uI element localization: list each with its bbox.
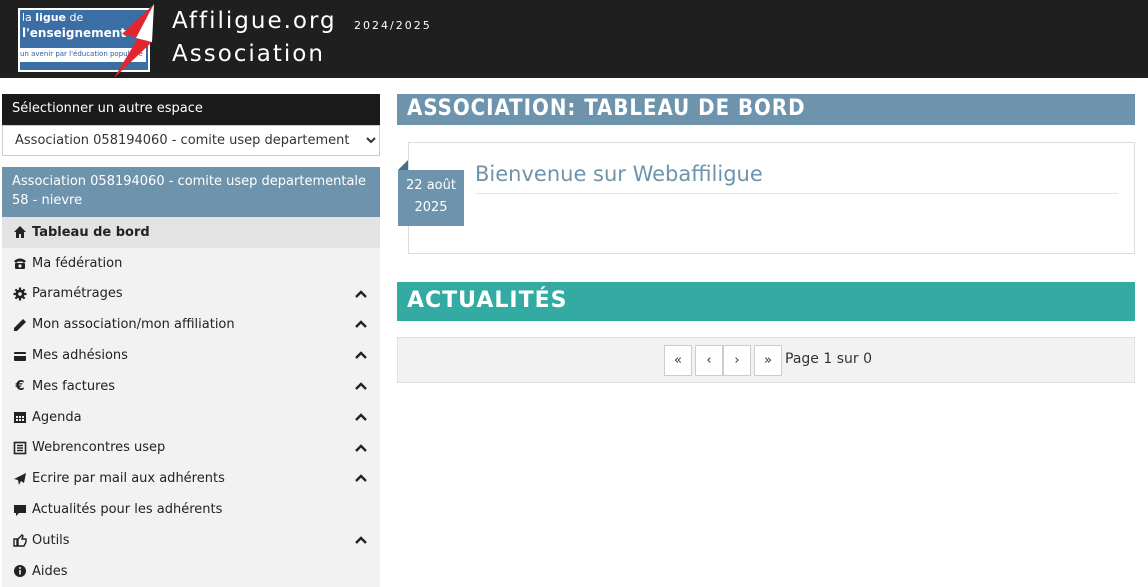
chevron-up-icon[interactable] — [354, 471, 368, 485]
date-year: 2025 — [414, 200, 448, 215]
card-icon — [12, 348, 28, 364]
chevron-up-icon[interactable] — [354, 317, 368, 331]
sidebar-item-outils[interactable]: Outils — [2, 525, 380, 556]
sidebar-item-label: Mon association/mon affiliation — [32, 317, 235, 333]
sidebar-item-label: Aides — [32, 563, 68, 579]
site-title: Affiligue.org — [172, 8, 337, 34]
comment-icon — [12, 502, 28, 518]
logo-line2: l'enseignement — [22, 26, 127, 40]
send-icon — [12, 471, 28, 487]
sidebar-item-label: Ma fédération — [32, 255, 123, 271]
association-name: Association 058194060 - comite usep depa… — [2, 167, 380, 217]
pencil-icon — [12, 317, 28, 333]
sidebar-menu: Tableau de bord Ma fédération Paramétrag… — [2, 217, 380, 587]
sidebar-item-label: Agenda — [32, 409, 82, 425]
calendar-icon — [12, 409, 28, 425]
welcome-title[interactable]: Bienvenue sur Webaffiligue — [475, 162, 763, 186]
welcome-card — [408, 142, 1135, 254]
info-icon — [12, 563, 28, 579]
sidebar-item-label: Mes factures — [32, 378, 115, 394]
phone-icon — [12, 255, 28, 271]
sidebar-item-mes-factures[interactable]: € Mes factures — [2, 371, 380, 402]
sidebar-item-label: Mes adhésions — [32, 348, 128, 364]
list-icon — [12, 440, 28, 456]
sidebar-item-label: Tableau de bord — [32, 224, 150, 240]
sidebar-item-agenda[interactable]: Agenda — [2, 402, 380, 433]
pagination-bar: « ‹ › » Page 1 sur 0 — [397, 337, 1135, 383]
sidebar-item-parametrages[interactable]: Paramétrages — [2, 279, 380, 310]
euro-icon: € — [15, 378, 25, 394]
date-day-month: 22 août — [406, 178, 456, 193]
pager-last-button[interactable]: » — [754, 345, 782, 376]
chevron-up-icon[interactable] — [354, 533, 368, 547]
hand-pointer-icon — [12, 532, 28, 548]
logo-line1: la ligue de — [22, 11, 84, 24]
sidebar-item-label: Outils — [32, 532, 70, 548]
pager-label: Page 1 sur 0 — [785, 351, 872, 367]
sidebar-item-label: Ecrire par mail aux adhérents — [32, 471, 225, 487]
page-title: ASSOCIATION: TABLEAU DE BORD — [397, 94, 1135, 125]
sidebar-item-ecrire-mail[interactable]: Ecrire par mail aux adhérents — [2, 463, 380, 494]
logo-flag-icon — [114, 4, 154, 78]
ligue-enseignement-logo[interactable]: la ligue de l'enseignement un avenir par… — [16, 4, 156, 78]
switch-space-label: Sélectionner un autre espace — [2, 94, 380, 125]
chevron-up-icon[interactable] — [354, 441, 368, 455]
sidebar-item-mes-adhesions[interactable]: Mes adhésions — [2, 340, 380, 371]
sidebar-item-aides[interactable]: Aides — [2, 556, 380, 587]
divider — [475, 193, 1118, 194]
app-header: la ligue de l'enseignement un avenir par… — [0, 0, 1148, 78]
sidebar-item-label: Actualités pour les adhérents — [32, 502, 223, 518]
news-section-title: ACTUALITÉS — [397, 282, 1135, 321]
space-title: Association — [172, 41, 325, 67]
sidebar-item-mon-association[interactable]: Mon association/mon affiliation — [2, 309, 380, 340]
sidebar-item-label: Paramétrages — [32, 286, 123, 302]
date-fold — [398, 160, 408, 170]
home-icon — [12, 224, 28, 240]
space-select[interactable]: Association 058194060 - comite usep depa… — [2, 125, 380, 156]
chevron-up-icon[interactable] — [354, 410, 368, 424]
sidebar-item-ma-federation[interactable]: Ma fédération — [2, 248, 380, 279]
sidebar-item-label: Webrencontres usep — [32, 440, 166, 456]
gear-icon — [12, 286, 28, 302]
date-badge: 22 août 2025 — [398, 170, 464, 226]
chevron-up-icon[interactable] — [354, 287, 368, 301]
pager-next-button[interactable]: › — [723, 345, 751, 376]
pager-prev-button[interactable]: ‹ — [695, 345, 723, 376]
season-label: 2024/2025 — [354, 19, 432, 32]
sidebar-item-tableau-de-bord[interactable]: Tableau de bord — [2, 217, 380, 248]
sidebar-item-webrencontres[interactable]: Webrencontres usep — [2, 433, 380, 464]
chevron-up-icon[interactable] — [354, 379, 368, 393]
sidebar-item-actualites-adherents[interactable]: Actualités pour les adhérents — [2, 494, 380, 525]
chevron-up-icon[interactable] — [354, 348, 368, 362]
pager-first-button[interactable]: « — [664, 345, 692, 376]
